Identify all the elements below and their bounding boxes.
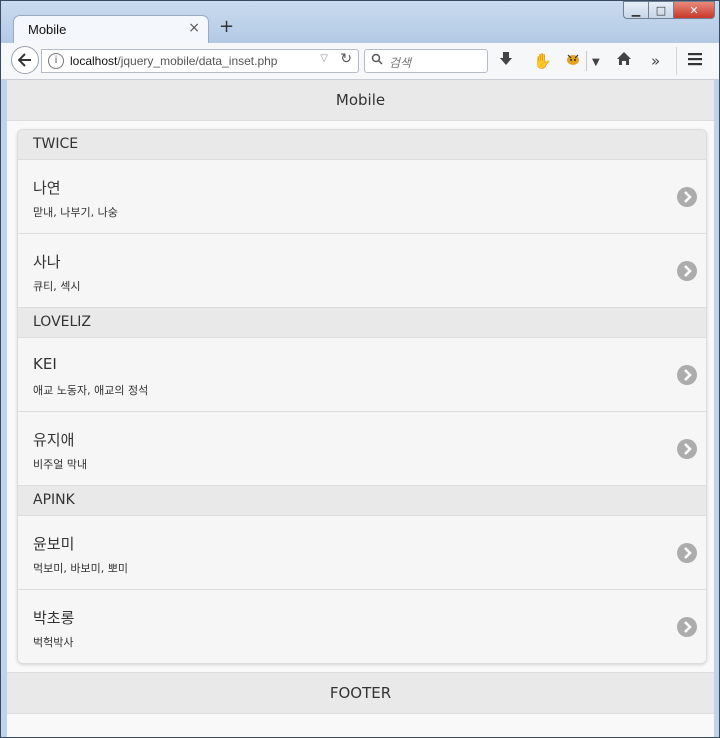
list-divider-loveliz: LOVELIZ: [18, 308, 706, 338]
list-item[interactable]: 윤보미 먹보미, 바보미, 뽀미: [18, 516, 706, 590]
item-title: 유지애: [33, 431, 75, 449]
footer-title: FOOTER: [329, 684, 392, 702]
close-window-button[interactable]: ✕: [673, 1, 715, 19]
chevron-right-icon: [677, 543, 697, 563]
item-desc: 벅헉박사: [33, 636, 74, 649]
minimize-button[interactable]: ▁: [623, 1, 649, 19]
back-button[interactable]: [11, 46, 39, 74]
list-item[interactable]: 사나 큐티, 섹시: [18, 234, 706, 308]
url-bar[interactable]: i localhost/jquery_mobile/data_inset.php…: [41, 49, 359, 73]
url-host: localhost: [70, 54, 118, 68]
item-desc: 비주얼 막내: [33, 458, 88, 471]
chevron-right-icon: [677, 365, 697, 385]
toolbar-separator: [586, 51, 587, 71]
new-tab-icon[interactable]: +: [219, 17, 234, 37]
hamburger-menu-icon[interactable]: [687, 51, 703, 71]
item-title: 나연: [33, 179, 61, 197]
search-placeholder: 검색: [389, 56, 412, 70]
item-desc: 큐티, 섹시: [33, 280, 81, 293]
navigation-toolbar: i localhost/jquery_mobile/data_inset.php…: [1, 43, 719, 80]
download-icon[interactable]: [499, 51, 513, 72]
list-divider-twice: TWICE: [18, 130, 706, 160]
dropdown-arrow-icon[interactable]: ▼: [592, 53, 600, 73]
list-item[interactable]: 박초롱 벅헉박사: [18, 590, 706, 663]
list-item[interactable]: 나연 맏내, 나부기, 나숭: [18, 160, 706, 234]
page-content: Mobile TWICE 나연 맏내, 나부기, 나숭 사나 큐티, 섹시 LO…: [7, 80, 714, 737]
search-bar[interactable]: 검색: [364, 49, 488, 73]
tab-title: Mobile: [28, 22, 67, 37]
hand-icon[interactable]: ✋: [533, 51, 552, 71]
chevron-right-icon: [677, 617, 697, 637]
search-icon: [371, 53, 383, 68]
overflow-icon[interactable]: »: [651, 51, 660, 71]
browser-window: Mobile × + ▁ □ ✕ i localhost/jquery_mobi…: [0, 0, 720, 738]
firebug-icon[interactable]: [565, 51, 581, 71]
chevron-right-icon: [677, 261, 697, 281]
item-title: 사나: [33, 253, 61, 271]
page-header: Mobile: [7, 80, 714, 121]
home-icon[interactable]: [616, 51, 632, 71]
chevron-right-icon: [677, 439, 697, 459]
browser-tab[interactable]: Mobile ×: [13, 15, 209, 43]
url-path: /jquery_mobile/data_inset.php: [117, 54, 278, 68]
tab-close-icon[interactable]: ×: [188, 20, 200, 36]
item-title: 박초롱: [33, 609, 75, 627]
list-item[interactable]: 유지애 비주얼 막내: [18, 412, 706, 486]
back-arrow-icon: [18, 53, 31, 67]
menu-separator: [676, 47, 677, 75]
header-title: Mobile: [335, 91, 386, 109]
title-bar: Mobile × + ▁ □ ✕: [1, 1, 719, 43]
info-icon[interactable]: i: [48, 53, 64, 69]
list-item[interactable]: KEI 애교 노동자, 애교의 정석: [18, 338, 706, 412]
item-desc: 맏내, 나부기, 나숭: [33, 206, 118, 219]
item-desc: 먹보미, 바보미, 뽀미: [33, 562, 128, 575]
item-desc: 애교 노동자, 애교의 정석: [33, 384, 149, 397]
url-dropdown-icon[interactable]: ▽: [320, 53, 328, 64]
page-footer: FOOTER: [7, 672, 714, 714]
list-divider-apink: APINK: [18, 486, 706, 516]
reload-icon[interactable]: ↻: [340, 51, 352, 67]
inset-listview: TWICE 나연 맏내, 나부기, 나숭 사나 큐티, 섹시 LOVELIZ K…: [17, 129, 707, 664]
url-text: localhost/jquery_mobile/data_inset.php: [70, 54, 277, 68]
item-title: 윤보미: [33, 535, 75, 553]
item-title: KEI: [33, 355, 57, 373]
maximize-button[interactable]: □: [648, 1, 674, 19]
chevron-right-icon: [677, 187, 697, 207]
